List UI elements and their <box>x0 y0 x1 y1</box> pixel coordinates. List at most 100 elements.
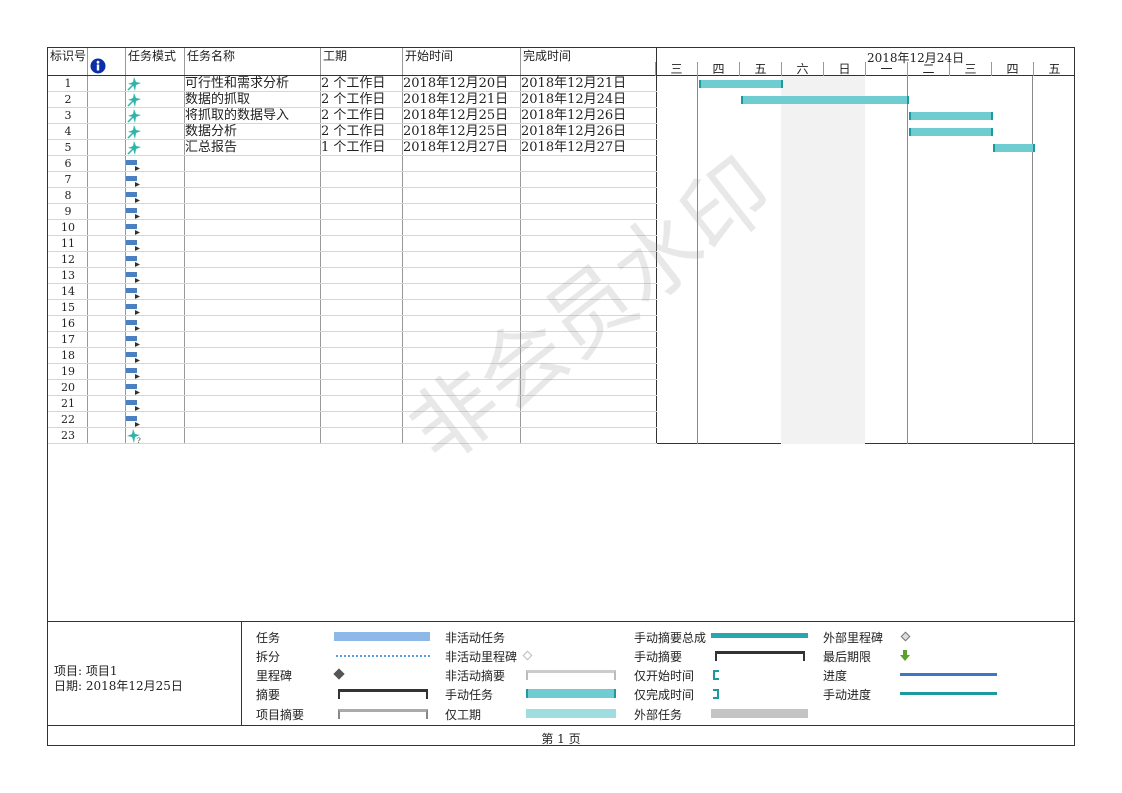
row-id: 11 <box>61 237 75 250</box>
auto-schedule-icon <box>126 176 140 187</box>
task-mode-cell[interactable] <box>126 220 182 236</box>
gantt-task-bar[interactable] <box>699 80 783 88</box>
inactive-milestone-icon <box>522 650 533 661</box>
auto-schedule-icon <box>126 352 140 363</box>
legend-task-bar <box>334 632 430 641</box>
auto-schedule-icon <box>126 256 140 267</box>
start-date-cell[interactable]: 2018年12月25日 <box>403 108 521 124</box>
duration-cell[interactable]: 2 个工作日 <box>321 76 403 92</box>
start-date-cell[interactable]: 2018年12月21日 <box>403 92 521 108</box>
legend-external-tasks-label: 外部任务 <box>634 708 683 722</box>
finish-date-cell[interactable]: 2018年12月26日 <box>521 108 657 124</box>
row-id: 6 <box>64 157 72 170</box>
header-id[interactable]: 标识号 <box>48 48 86 76</box>
table-row[interactable]: 10 <box>48 220 657 236</box>
legend-inactive-summary-label: 非活动摘要 <box>445 669 506 683</box>
timescale-day: 三 <box>949 62 991 76</box>
legend-manual-task-bar <box>526 689 616 698</box>
task-mode-cell[interactable] <box>126 236 182 252</box>
task-mode-cell[interactable] <box>126 76 182 92</box>
task-name-cell[interactable]: 可行性和需求分析 <box>185 76 321 92</box>
legend-project-summary-label: 项目摘要 <box>256 708 305 722</box>
task-mode-cell[interactable] <box>126 380 182 396</box>
gantt-task-bar[interactable] <box>993 144 1035 152</box>
legend-inactive-milestone-label: 非活动里程碑 <box>445 650 518 664</box>
task-mode-cell[interactable] <box>126 92 182 108</box>
start-date-cell[interactable]: 2018年12月25日 <box>403 124 521 140</box>
external-milestone-icon <box>900 631 911 642</box>
table-row[interactable]: 22 <box>48 412 657 428</box>
task-mode-cell[interactable] <box>126 396 182 412</box>
gantt-task-bar[interactable] <box>909 112 993 120</box>
timescale-header: 2018年12月24日 三四五六日一二三四五 <box>655 48 1075 76</box>
auto-schedule-icon <box>126 400 140 411</box>
legend-progress-label: 进度 <box>823 669 848 683</box>
legend-split-symbol <box>336 655 430 657</box>
header-start[interactable]: 开始时间 <box>403 48 453 76</box>
header-duration[interactable]: 工期 <box>321 48 347 76</box>
task-mode-cell[interactable] <box>126 204 182 220</box>
table-row[interactable]: 4 数据分析 2 个工作日 2018年12月25日 2018年12月26日 <box>48 124 657 140</box>
legend-manual-summary-label: 手动摘要 <box>634 650 683 664</box>
auto-schedule-icon <box>126 208 140 219</box>
finish-date-cell[interactable]: 2018年12月21日 <box>521 76 657 92</box>
task-mode-cell[interactable] <box>126 172 182 188</box>
table-row[interactable]: 6 <box>48 156 657 172</box>
table-row[interactable]: 9 <box>48 204 657 220</box>
manual-schedule-pin-icon <box>127 109 141 123</box>
header-info[interactable] <box>88 48 126 76</box>
finish-date-cell[interactable]: 2018年12月26日 <box>521 124 657 140</box>
info-icon <box>90 58 106 74</box>
table-row[interactable]: 23? <box>48 428 657 444</box>
finish-date-cell[interactable]: 2018年12月24日 <box>521 92 657 108</box>
task-mode-cell[interactable] <box>126 412 182 428</box>
table-row[interactable]: 8 <box>48 188 657 204</box>
task-mode-cell[interactable] <box>126 156 182 172</box>
task-name-cell[interactable]: 数据分析 <box>185 124 321 140</box>
task-name-cell[interactable]: 将抓取的数据导入 <box>185 108 321 124</box>
row-id: 22 <box>61 413 75 426</box>
duration-cell[interactable]: 2 个工作日 <box>321 108 403 124</box>
table-row[interactable]: 5 汇总报告 1 个工作日 2018年12月27日 2018年12月27日 <box>48 140 657 156</box>
task-mode-cell[interactable] <box>126 108 182 124</box>
task-mode-cell[interactable] <box>126 252 182 268</box>
table-row[interactable]: 2 数据的抓取 2 个工作日 2018年12月21日 2018年12月24日 <box>48 92 657 108</box>
duration-cell[interactable]: 2 个工作日 <box>321 92 403 108</box>
finish-date-cell[interactable]: 2018年12月27日 <box>521 140 657 156</box>
task-mode-cell[interactable] <box>126 268 182 284</box>
table-header: 标识号 任务模式 任务名称 工期 开始时间 完成时间 <box>48 48 657 76</box>
task-mode-cell[interactable] <box>126 316 182 332</box>
start-date-cell[interactable]: 2018年12月20日 <box>403 76 521 92</box>
task-mode-cell[interactable] <box>126 364 182 380</box>
task-mode-cell[interactable] <box>126 188 182 204</box>
task-mode-cell[interactable] <box>126 332 182 348</box>
legend-external-milestone-label: 外部里程碑 <box>823 631 884 645</box>
table-row[interactable]: 3 将抓取的数据导入 2 个工作日 2018年12月25日 2018年12月26日 <box>48 108 657 124</box>
task-mode-cell[interactable] <box>126 284 182 300</box>
project-info: 项目: 项目1 日期: 2018年12月25日 <box>48 622 242 726</box>
task-mode-cell[interactable] <box>126 140 182 156</box>
task-mode-cell[interactable] <box>126 124 182 140</box>
row-id: 13 <box>61 269 75 282</box>
task-mode-cell[interactable] <box>126 348 182 364</box>
gantt-task-bar[interactable] <box>909 128 993 136</box>
header-name[interactable]: 任务名称 <box>185 48 235 76</box>
duration-cell[interactable]: 2 个工作日 <box>321 124 403 140</box>
header-mode[interactable]: 任务模式 <box>126 48 176 76</box>
row-id: 5 <box>64 141 72 154</box>
row-id: 16 <box>61 317 75 330</box>
header-finish[interactable]: 完成时间 <box>521 48 571 76</box>
task-name-cell[interactable]: 数据的抓取 <box>185 92 321 108</box>
task-mode-cell[interactable]: ? <box>126 428 182 444</box>
start-date-cell[interactable]: 2018年12月27日 <box>403 140 521 156</box>
table-row[interactable]: 7 <box>48 172 657 188</box>
task-name-cell[interactable]: 汇总报告 <box>185 140 321 156</box>
timescale-day: 五 <box>739 62 781 76</box>
row-id: 2 <box>64 93 72 106</box>
duration-cell[interactable]: 1 个工作日 <box>321 140 403 156</box>
legend-summary-label: 摘要 <box>256 688 281 702</box>
page-footer: 第 1 页 <box>541 732 581 746</box>
gantt-task-bar[interactable] <box>741 96 909 104</box>
table-row[interactable]: 1 可行性和需求分析 2 个工作日 2018年12月20日 2018年12月21日 <box>48 76 657 92</box>
task-mode-cell[interactable] <box>126 300 182 316</box>
